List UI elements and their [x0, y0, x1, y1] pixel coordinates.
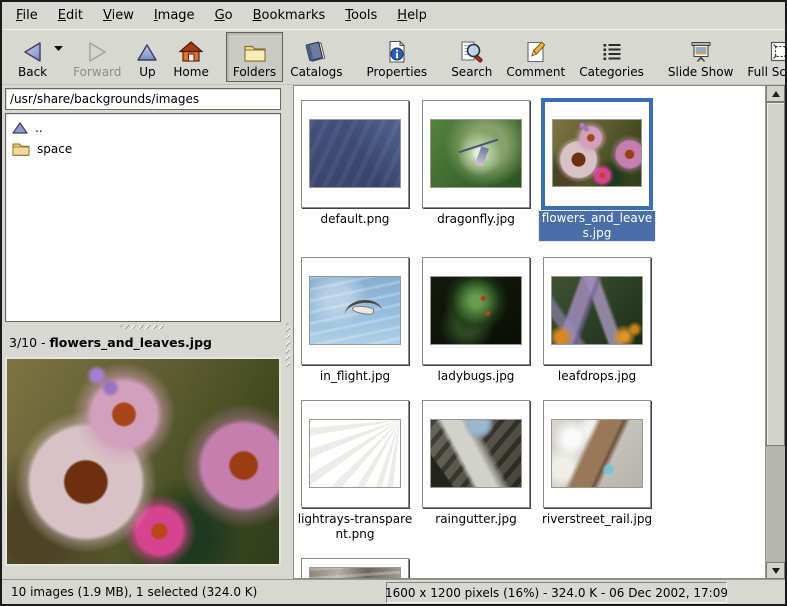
folder-icon: [12, 141, 30, 156]
thumbnail-cell[interactable]: riverstreet_rail.jpg: [543, 400, 651, 542]
menubar: File Edit View Image Go Bookmarks Tools …: [2, 2, 785, 29]
folder-list: .. space: [5, 113, 281, 322]
forward-button[interactable]: Forward: [66, 32, 128, 82]
up-icon: [135, 39, 159, 65]
back-icon: [20, 39, 46, 65]
categories-button[interactable]: Categories: [572, 32, 651, 82]
up-triangle-icon: [12, 121, 28, 135]
thumbnail-cell[interactable]: lightrays-transparent.png: [301, 400, 409, 542]
back-history-dropdown[interactable]: [54, 32, 66, 72]
folder-item-parent[interactable]: ..: [8, 117, 278, 138]
folders-toggle-button[interactable]: Folders: [226, 32, 283, 82]
location-input[interactable]: /usr/share/backgrounds/images: [5, 88, 281, 110]
scrollbar-trough[interactable]: [766, 446, 785, 562]
scroll-down-icon: [772, 568, 780, 574]
preview-status: 3/10 - flowers_and_leaves.jpg: [2, 331, 284, 354]
fullscreen-icon: [768, 39, 787, 65]
statusbar-image-info: 1600 x 1200 pixels (16%) - 324.0 K - 06 …: [386, 582, 727, 603]
thumbnail-label: leafdrops.jpg: [539, 369, 655, 384]
thumbnail-image: [309, 567, 401, 579]
thumbnail-image: [309, 419, 401, 488]
menu-image[interactable]: Image: [144, 4, 205, 27]
menu-tools[interactable]: Tools: [335, 4, 387, 27]
book-icon: [303, 39, 329, 65]
pencil-page-icon: [524, 39, 548, 65]
home-button[interactable]: Home: [166, 32, 215, 82]
thumbnail-label: flowers_and_leaves.jpg: [539, 211, 655, 241]
caret-down-icon: [54, 46, 63, 51]
scroll-up-icon: [772, 91, 780, 97]
horizontal-splitter[interactable]: [2, 322, 284, 331]
left-pane: /usr/share/backgrounds/images .. space 3…: [2, 85, 284, 579]
menu-view[interactable]: View: [93, 4, 144, 27]
list-icon: [600, 39, 624, 65]
search-button[interactable]: Search: [444, 32, 499, 82]
info-page-icon: [385, 39, 409, 65]
thumbnail-label: lightrays-transparent.png: [297, 512, 413, 542]
thumbnail-cell[interactable]: leafdrops.jpg: [543, 257, 651, 384]
menu-bookmarks[interactable]: Bookmarks: [243, 4, 336, 27]
folder-icon: [242, 39, 268, 65]
catalogs-button[interactable]: Catalogs: [283, 32, 349, 82]
projector-screen-icon: [687, 39, 715, 65]
comment-button[interactable]: Comment: [499, 32, 572, 82]
thumbnail-image: [551, 419, 643, 488]
menu-file[interactable]: File: [6, 4, 48, 27]
slideshow-button[interactable]: Slide Show: [661, 32, 740, 82]
menu-edit[interactable]: Edit: [48, 4, 93, 27]
thumbnail-cell-selected[interactable]: flowers_and_leaves.jpg: [543, 100, 651, 241]
splitter-grip: [120, 325, 164, 329]
statusbar-summary: 10 images (1.9 MB), 1 selected (324.0 K): [2, 585, 257, 599]
thumbnail-label: riverstreet_rail.jpg: [539, 512, 655, 527]
thumbnail-label: default.png: [297, 212, 413, 227]
fullscreen-button[interactable]: Full Screen: [740, 32, 787, 82]
thumbnail-label: dragonfly.jpg: [418, 212, 534, 227]
selected-filename: flowers_and_leaves.jpg: [50, 335, 212, 350]
folder-item-space[interactable]: space: [8, 138, 278, 159]
scroll-up-button[interactable]: [766, 85, 785, 102]
toolbar: Back Forward Up Home: [2, 29, 785, 85]
thumbnail-image: [430, 276, 522, 345]
search-icon: [458, 39, 485, 65]
forward-icon: [84, 39, 110, 65]
scroll-down-button[interactable]: [766, 562, 785, 579]
vertical-splitter[interactable]: [284, 85, 293, 579]
thumbnail-image: [309, 119, 401, 188]
thumbnail-cell[interactable]: in_flight.jpg: [301, 257, 409, 384]
thumbnail-image: [551, 276, 643, 345]
statusbar: 10 images (1.9 MB), 1 selected (324.0 K)…: [2, 579, 785, 604]
thumbnail-label: in_flight.jpg: [297, 369, 413, 384]
home-icon: [178, 39, 204, 65]
thumbnail-image: [430, 419, 522, 488]
thumbnail-label: raingutter.jpg: [418, 512, 534, 527]
thumbnail-grid: default.png dragonfly.jpg flowers_and_le…: [293, 85, 765, 579]
gthumb-window: File Edit View Image Go Bookmarks Tools …: [0, 0, 787, 606]
back-button[interactable]: Back: [11, 32, 54, 82]
menu-go[interactable]: Go: [205, 4, 243, 27]
thumbnail-image: [309, 276, 401, 345]
splitter-grip: [286, 323, 290, 367]
menu-help[interactable]: Help: [387, 4, 437, 27]
thumbnail-cell[interactable]: default.png: [301, 100, 409, 241]
preview-image: [5, 357, 281, 566]
scrollbar-thumb[interactable]: [766, 102, 785, 446]
thumbnail-cell[interactable]: raingutter.jpg: [422, 400, 530, 542]
thumbnail-cell[interactable]: dragonfly.jpg: [422, 100, 530, 241]
properties-button[interactable]: Properties: [360, 32, 435, 82]
thumbnail-image: [430, 119, 522, 188]
preview-pane: [2, 354, 284, 579]
thumbnail-image: [552, 119, 642, 187]
vertical-scrollbar: [765, 85, 785, 579]
up-button[interactable]: Up: [128, 32, 166, 82]
thumbnail-cell[interactable]: ladybugs.jpg: [422, 257, 530, 384]
thumbnail-cell[interactable]: [301, 558, 409, 579]
thumbnail-label: ladybugs.jpg: [418, 369, 534, 384]
